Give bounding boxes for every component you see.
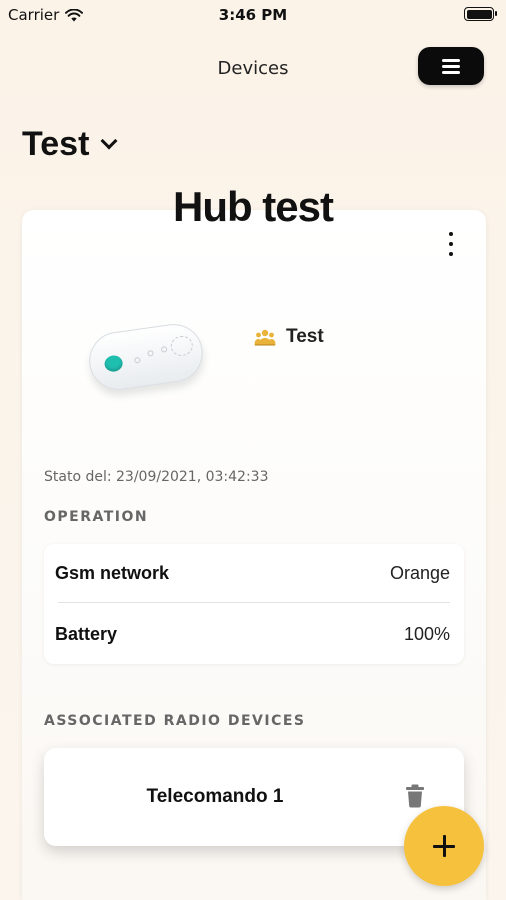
menu-icon	[442, 58, 460, 74]
add-device-button[interactable]	[404, 806, 484, 886]
group-icon	[254, 329, 276, 346]
radio-device-item[interactable]: Telecomando 1	[44, 748, 464, 846]
op-label: Battery	[55, 623, 118, 644]
hub-owner: Test	[254, 326, 324, 348]
trash-icon[interactable]	[405, 784, 425, 808]
op-value: Orange	[389, 562, 450, 583]
site-selector[interactable]: Test	[22, 125, 118, 164]
site-name: Test	[22, 125, 90, 163]
more-vertical-icon[interactable]	[443, 232, 459, 256]
operation-row-battery: Battery 100%	[55, 605, 450, 663]
radio-device-name: Telecomando 1	[146, 786, 284, 807]
operation-row-gsm: Gsm network Orange	[55, 544, 450, 602]
hub-device-image	[85, 320, 207, 396]
hub-card: Test Stato del: 23/09/2021, 03:42:33 OPE…	[22, 210, 486, 900]
battery-icon	[464, 7, 497, 21]
status-time: 3:46 PM	[218, 6, 288, 24]
operation-panel: Gsm network Orange Battery 100%	[44, 544, 464, 664]
divider	[58, 602, 450, 603]
op-value: 100%	[403, 623, 450, 644]
radio-devices-section-label: ASSOCIATED RADIO DEVICES	[44, 713, 306, 729]
status-date: Stato del: 23/09/2021, 03:42:33	[44, 469, 269, 485]
plus-icon	[433, 835, 455, 857]
chevron-down-icon	[100, 132, 118, 149]
status-bar: Carrier 3:46 PM	[0, 0, 506, 30]
owner-name: Test	[286, 326, 324, 347]
hub-title: Hub test	[173, 183, 334, 230]
menu-button[interactable]	[418, 47, 484, 85]
operation-section-label: OPERATION	[44, 509, 149, 525]
op-label: Gsm network	[55, 562, 170, 583]
